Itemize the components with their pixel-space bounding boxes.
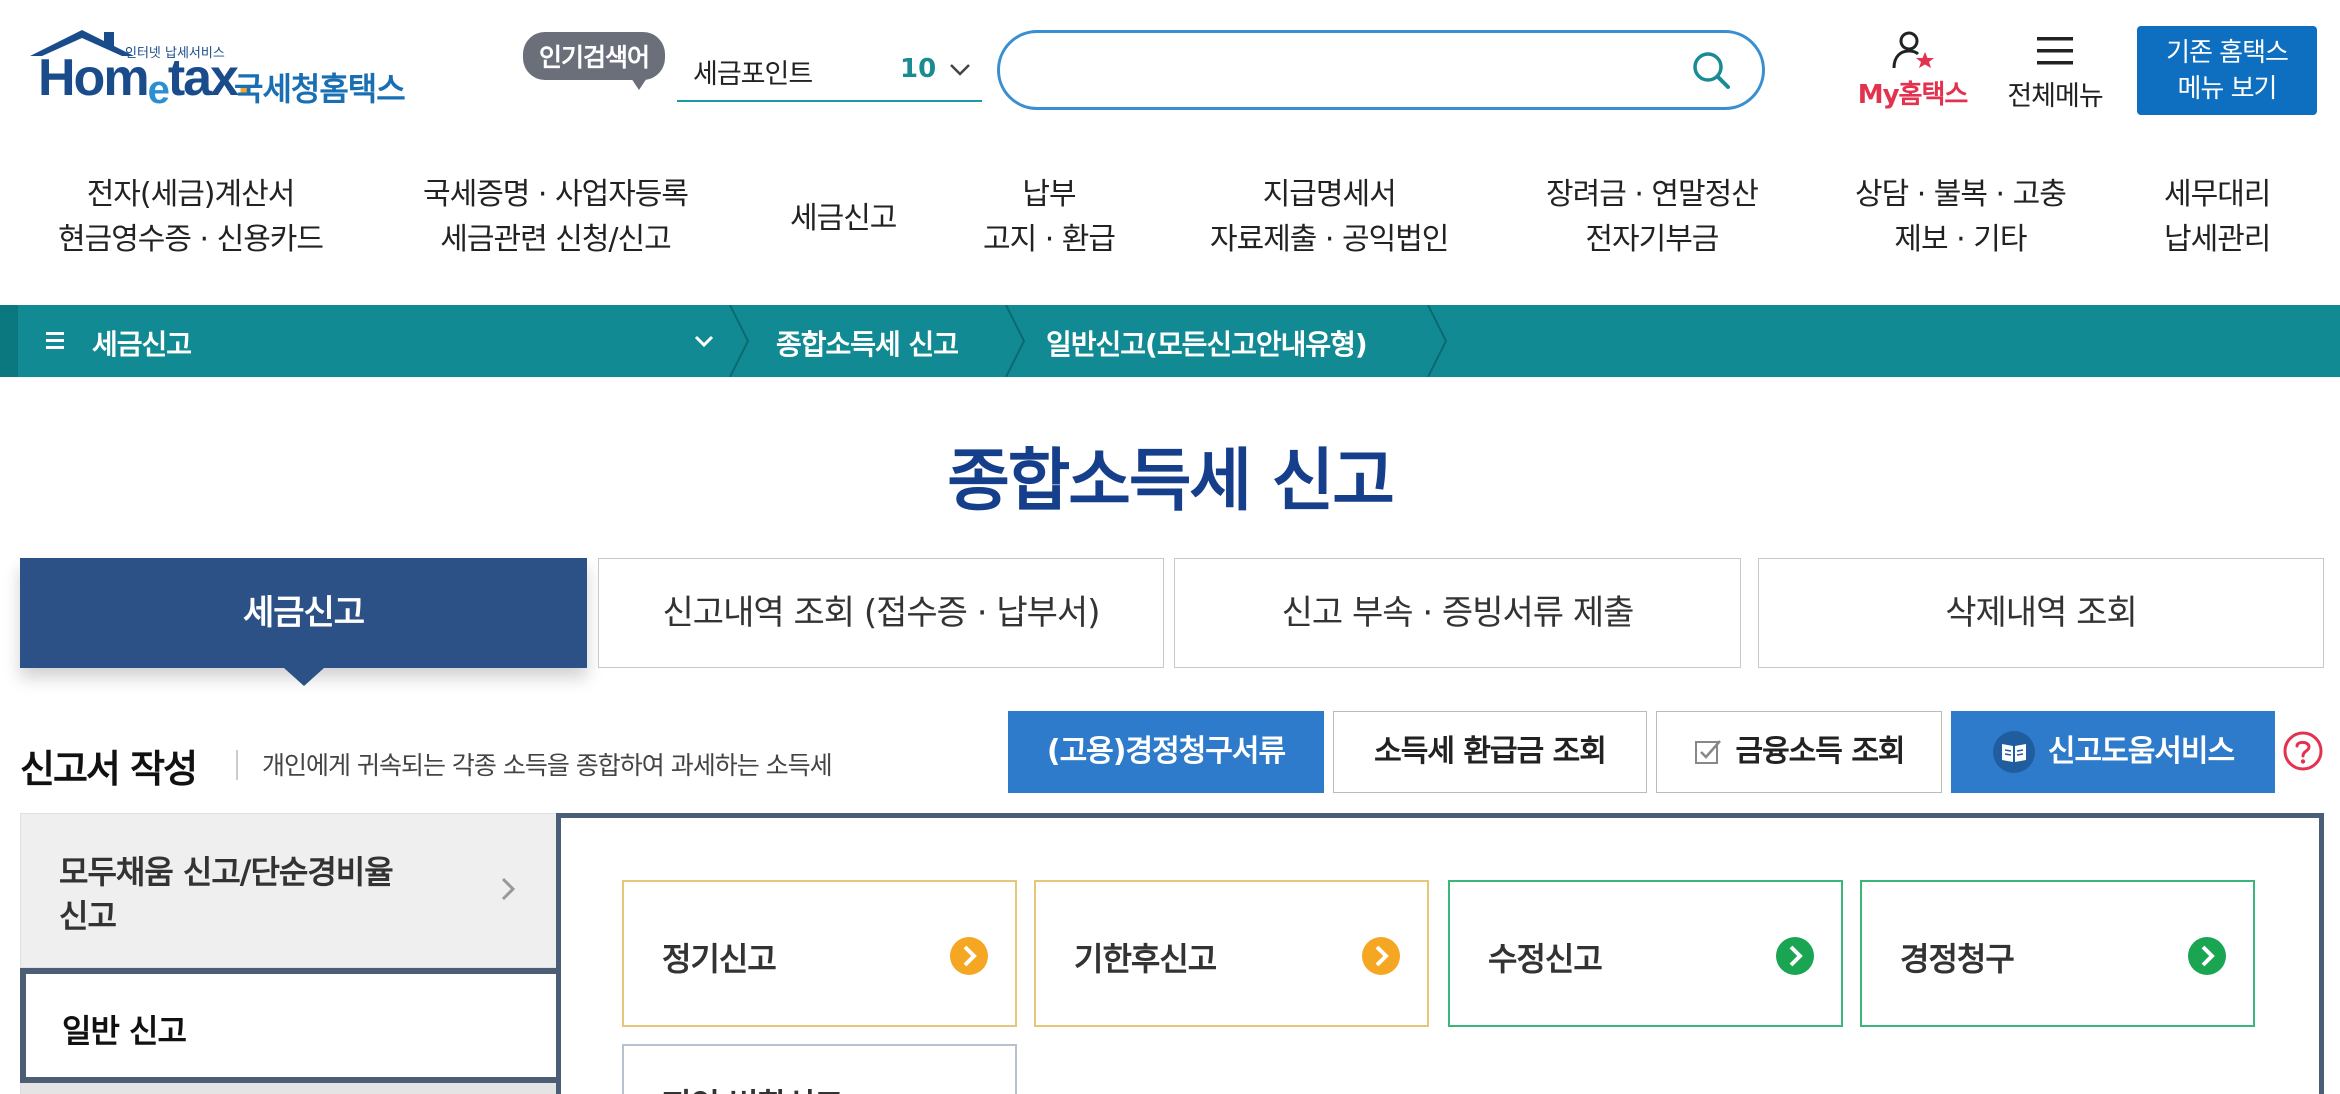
- global-navigation: 전자(세금)계산서 현금영수증 · 신용카드 국세증명 · 사업자등록 세금관련 신…: [0, 172, 2340, 272]
- my-hometax-label: My홈택스: [1857, 80, 1969, 110]
- income-tax-refund-lookup-button[interactable]: 소득세 환급금 조회: [1333, 711, 1647, 793]
- all-menu-link[interactable]: 전체메뉴: [1995, 30, 2115, 112]
- gnb-item-consultation[interactable]: 상담 · 불복 · 고충 제보 · 기타: [1855, 172, 2067, 262]
- all-menu-label: 전체메뉴: [2007, 81, 2103, 112]
- help-question-icon[interactable]: [2282, 730, 2324, 772]
- gnb-item-incentives[interactable]: 장려금 · 연말정산 전자기부금: [1546, 172, 1759, 262]
- side-menu-general-filing[interactable]: 일반 신고: [20, 968, 560, 1083]
- arrow-right-circle-icon: [1776, 937, 1814, 975]
- side-menu-next-item[interactable]: [20, 1083, 560, 1094]
- tab-supporting-documents[interactable]: 신고 부속 · 증빙서류 제출: [1174, 558, 1741, 668]
- partial-filing-card[interactable]: 피인 변환신고: [622, 1044, 1017, 1094]
- gnb-item-certificates[interactable]: 국세증명 · 사업자등록 세금관련 신청/신고: [423, 172, 689, 262]
- financial-income-lookup-button[interactable]: 금융소득 조회: [1656, 711, 1942, 793]
- amended-filing-card[interactable]: 수정신고: [1448, 880, 1843, 1027]
- breadcrumb-item-income-tax[interactable]: 종합소득세 신고: [776, 323, 959, 363]
- tab-deleted-history[interactable]: 삭제내역 조회: [1758, 558, 2324, 668]
- chevron-down-icon[interactable]: [947, 56, 973, 82]
- gnb-item-tax-filing[interactable]: 세금신고: [790, 196, 897, 241]
- gnb-item-payment[interactable]: 납부 고지 · 환급: [983, 172, 1116, 262]
- amended-filing-label: 수정신고: [1488, 940, 1603, 978]
- logo-korean-name: 국세청홈택스: [234, 70, 406, 108]
- active-tab-pointer: [284, 668, 324, 686]
- breadcrumb-menu-dropdown[interactable]: 세금신고: [40, 305, 720, 377]
- breadcrumb-item-general-filing[interactable]: 일반신고(모든신고안내유형): [1046, 323, 1368, 363]
- arrow-right-circle-icon: [1362, 937, 1400, 975]
- popular-keyword[interactable]: 세금포인트: [693, 52, 813, 91]
- popular-search-badge: 인기검색어: [523, 32, 666, 90]
- my-hometax-link[interactable]: My홈택스: [1845, 30, 1980, 110]
- book-icon: [1992, 731, 2035, 773]
- tab-tax-filing[interactable]: 세금신고: [20, 558, 587, 668]
- search-icon[interactable]: [1690, 49, 1732, 91]
- section-description: 개인에게 귀속되는 각종 소득을 종합하여 과세하는 소득세: [262, 751, 833, 780]
- claim-correction-label: 경정청구: [1900, 940, 2015, 978]
- gnb-item-e-invoice[interactable]: 전자(세금)계산서 현금영수증 · 신용카드: [58, 172, 324, 262]
- hamburger-menu-icon: [46, 332, 64, 349]
- employment-claim-documents-button[interactable]: (고용)경정청구서류: [1008, 711, 1324, 793]
- arrow-right-circle-icon: [2188, 937, 2226, 975]
- logo-wordmark: Hometax.: [38, 49, 251, 112]
- partial-filing-label: 피인 변환신고: [662, 1080, 844, 1094]
- breadcrumb-separator-icon: [1005, 305, 1026, 377]
- popular-keyword-rotator[interactable]: 세금포인트 10: [677, 46, 982, 102]
- arrow-right-circle-icon: [950, 937, 988, 975]
- breadcrumb-separator-icon: [729, 305, 750, 377]
- chevron-down-icon: [694, 335, 714, 348]
- user-star-icon: [1892, 31, 1934, 69]
- filing-help-service-button[interactable]: 신고도움서비스: [1951, 711, 2275, 793]
- filing-help-service-label: 신고도움서비스: [2047, 734, 2235, 769]
- regular-filing-label: 정기신고: [662, 940, 777, 978]
- breadcrumb-edge: [0, 305, 18, 377]
- regular-filing-card[interactable]: 정기신고: [622, 880, 1017, 1027]
- page-title: 종합소득세 신고: [947, 442, 1395, 521]
- popular-keyword-rank: 10: [900, 54, 937, 84]
- search-box[interactable]: [997, 30, 1765, 110]
- old-hometax-menu-button[interactable]: 기존 홈택스 메뉴 보기: [2137, 26, 2317, 115]
- gnb-item-tax-agent[interactable]: 세무대리 납세관리: [2164, 172, 2271, 262]
- search-input[interactable]: [1030, 49, 1670, 89]
- breadcrumb-separator-icon: [1427, 305, 1448, 377]
- section-divider: [236, 750, 238, 780]
- side-menu-prefilled-filing[interactable]: 모두채움 신고/단순경비율 신고: [20, 813, 558, 968]
- site-header: 인터넷 납세서비스 Hometax. 국세청홈택스 인기검색어 세금포인트 10…: [0, 0, 2340, 145]
- chevron-right-icon: [501, 877, 516, 901]
- side-menu-prefilled-label: 모두채움 신고/단순경비율 신고: [59, 853, 394, 935]
- side-menu-general-label: 일반 신고: [62, 1012, 187, 1050]
- hometax-logo[interactable]: 인터넷 납세서비스 Hometax. 국세청홈택스: [22, 28, 412, 118]
- claim-correction-card[interactable]: 경정청구: [1860, 880, 2255, 1027]
- financial-income-label: 금융소득 조회: [1735, 734, 1905, 769]
- gnb-item-payment-statements[interactable]: 지급명세서 자료제출 · 공익법인: [1210, 172, 1449, 262]
- section-title: 신고서 작성: [20, 747, 198, 791]
- breadcrumb-menu-label: 세금신고: [92, 328, 192, 361]
- hamburger-menu-icon: [2037, 37, 2073, 65]
- breadcrumb: 세금신고 종합소득세 신고 일반신고(모든신고안내유형): [0, 305, 2340, 377]
- tab-filing-history[interactable]: 신고내역 조회 (접수증 · 납부서): [598, 558, 1164, 668]
- late-filing-card[interactable]: 기한후신고: [1034, 880, 1429, 1027]
- checkbox-icon: [1695, 740, 1722, 764]
- late-filing-label: 기한후신고: [1074, 940, 1217, 978]
